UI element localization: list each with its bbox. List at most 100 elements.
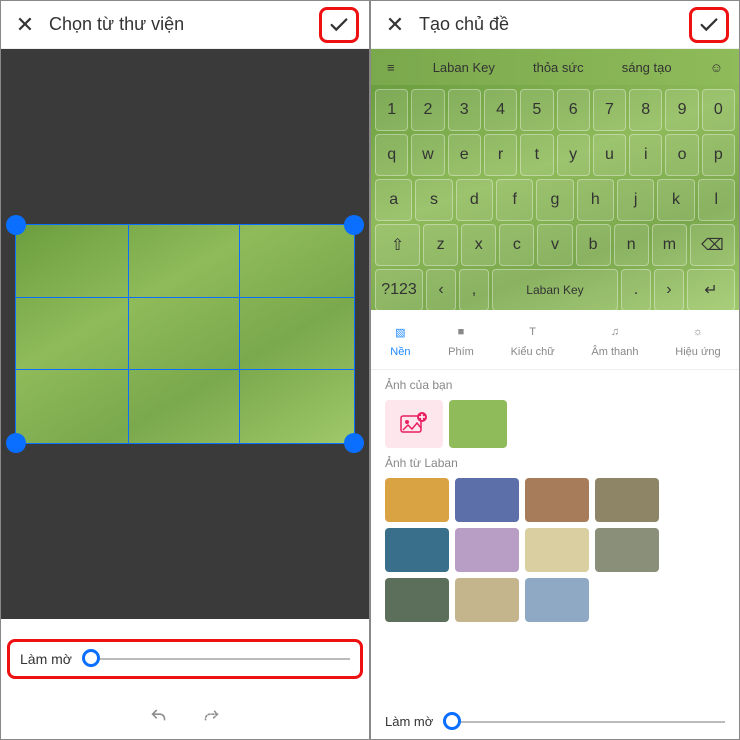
laban-thumb[interactable]: [525, 578, 589, 622]
key-t[interactable]: t: [520, 134, 553, 176]
key-8[interactable]: 8: [629, 89, 662, 131]
key-shift[interactable]: ⇧: [375, 224, 420, 266]
check-icon: [328, 14, 350, 36]
key-9[interactable]: 9: [665, 89, 698, 131]
key-arrow-left[interactable]: ‹: [426, 269, 456, 311]
laban-thumb[interactable]: [595, 528, 659, 572]
key-g[interactable]: g: [536, 179, 573, 221]
key-c[interactable]: c: [499, 224, 534, 266]
suggestion-3[interactable]: sáng tạo: [618, 60, 676, 75]
laban-thumb[interactable]: [455, 578, 519, 622]
key-p[interactable]: p: [702, 134, 735, 176]
key-i[interactable]: i: [629, 134, 662, 176]
key-k[interactable]: k: [657, 179, 694, 221]
close-button[interactable]: ✕: [383, 12, 407, 38]
key-period[interactable]: .: [621, 269, 651, 311]
key-x[interactable]: x: [461, 224, 496, 266]
redo-icon[interactable]: [200, 705, 222, 727]
key-o[interactable]: o: [665, 134, 698, 176]
key-n[interactable]: n: [614, 224, 649, 266]
tab-icon: ▧: [389, 321, 411, 343]
key-space[interactable]: Laban Key: [492, 269, 618, 311]
key-f[interactable]: f: [496, 179, 533, 221]
key-q[interactable]: q: [375, 134, 408, 176]
laban-thumb[interactable]: [455, 478, 519, 522]
tab-Kiểu chữ[interactable]: TKiểu chữ: [511, 321, 555, 358]
blur-row-2: Làm mờ: [385, 714, 725, 729]
key-comma[interactable]: ,: [459, 269, 489, 311]
key-arrow-right[interactable]: ›: [654, 269, 684, 311]
key-7[interactable]: 7: [593, 89, 626, 131]
user-images-section: Ảnh của bạn: [371, 370, 739, 448]
blur-slider-thumb[interactable]: [82, 649, 100, 667]
key-j[interactable]: j: [617, 179, 654, 221]
blur-slider[interactable]: [82, 658, 350, 660]
key-z[interactable]: z: [423, 224, 458, 266]
key-backspace[interactable]: ⌫: [690, 224, 735, 266]
tab-Âm thanh[interactable]: ♫Âm thanh: [591, 321, 638, 358]
right-header: ✕ Tạo chủ đề: [371, 1, 739, 49]
key-y[interactable]: y: [557, 134, 590, 176]
crop-handle-tr[interactable]: [344, 215, 364, 235]
laban-thumb[interactable]: [455, 528, 519, 572]
laban-images-section: Ảnh từ Laban: [371, 448, 739, 622]
key-v[interactable]: v: [537, 224, 572, 266]
key-3[interactable]: 3: [448, 89, 481, 131]
blur-slider-thumb-2[interactable]: [443, 712, 461, 730]
crop-handle-br[interactable]: [344, 433, 364, 453]
blur-slider-row: Làm mờ: [7, 639, 363, 679]
tab-icon: ☼: [687, 321, 709, 343]
crop-area[interactable]: [1, 49, 369, 619]
key-5[interactable]: 5: [520, 89, 553, 131]
blur-label-2: Làm mờ: [385, 714, 433, 729]
key-w[interactable]: w: [411, 134, 444, 176]
check-icon: [698, 14, 720, 36]
key-s[interactable]: s: [415, 179, 452, 221]
laban-thumb[interactable]: [385, 528, 449, 572]
undo-icon[interactable]: [148, 705, 170, 727]
key-2[interactable]: 2: [411, 89, 444, 131]
suggestion-1[interactable]: Laban Key: [429, 60, 499, 75]
tab-icon: ■: [450, 321, 472, 343]
confirm-button[interactable]: [319, 7, 359, 43]
key-6[interactable]: 6: [557, 89, 590, 131]
key-d[interactable]: d: [456, 179, 493, 221]
close-button[interactable]: ✕: [13, 12, 37, 38]
add-image-icon: [400, 412, 428, 436]
key-u[interactable]: u: [593, 134, 626, 176]
blur-label: Làm mờ: [20, 651, 72, 667]
suggestion-2[interactable]: thỏa sức: [529, 60, 588, 75]
add-image-button[interactable]: [385, 400, 443, 448]
key-r[interactable]: r: [484, 134, 517, 176]
key-h[interactable]: h: [577, 179, 614, 221]
key-l[interactable]: l: [698, 179, 735, 221]
laban-thumb[interactable]: [525, 528, 589, 572]
key-1[interactable]: 1: [375, 89, 408, 131]
crop-handle-tl[interactable]: [6, 215, 26, 235]
key-m[interactable]: m: [652, 224, 687, 266]
key-0[interactable]: 0: [702, 89, 735, 131]
key-4[interactable]: 4: [484, 89, 517, 131]
confirm-button[interactable]: [689, 7, 729, 43]
left-title: Chọn từ thư viện: [49, 14, 357, 35]
key-a[interactable]: a: [375, 179, 412, 221]
tab-Phím[interactable]: ■Phím: [448, 321, 474, 358]
laban-thumb[interactable]: [525, 478, 589, 522]
key-b[interactable]: b: [576, 224, 611, 266]
undo-redo-row: [1, 705, 369, 727]
key-e[interactable]: e: [448, 134, 481, 176]
suggestion-bar: ≡ Laban Key thỏa sức sáng tạo ☺: [371, 49, 739, 85]
key-enter[interactable]: ↵: [687, 269, 735, 311]
emoji-icon[interactable]: ☺: [706, 60, 727, 75]
crop-box[interactable]: [15, 224, 355, 444]
laban-thumb[interactable]: [595, 478, 659, 522]
key-symbols[interactable]: ?123: [375, 269, 423, 311]
laban-thumb[interactable]: [385, 578, 449, 622]
menu-icon[interactable]: ≡: [383, 60, 399, 75]
user-image-thumb[interactable]: [449, 400, 507, 448]
crop-handle-bl[interactable]: [6, 433, 26, 453]
laban-thumb[interactable]: [385, 478, 449, 522]
blur-slider-2[interactable]: [443, 721, 725, 723]
tab-Nền[interactable]: ▧Nền: [389, 321, 411, 358]
tab-Hiệu ứng[interactable]: ☼Hiệu ứng: [675, 321, 720, 358]
